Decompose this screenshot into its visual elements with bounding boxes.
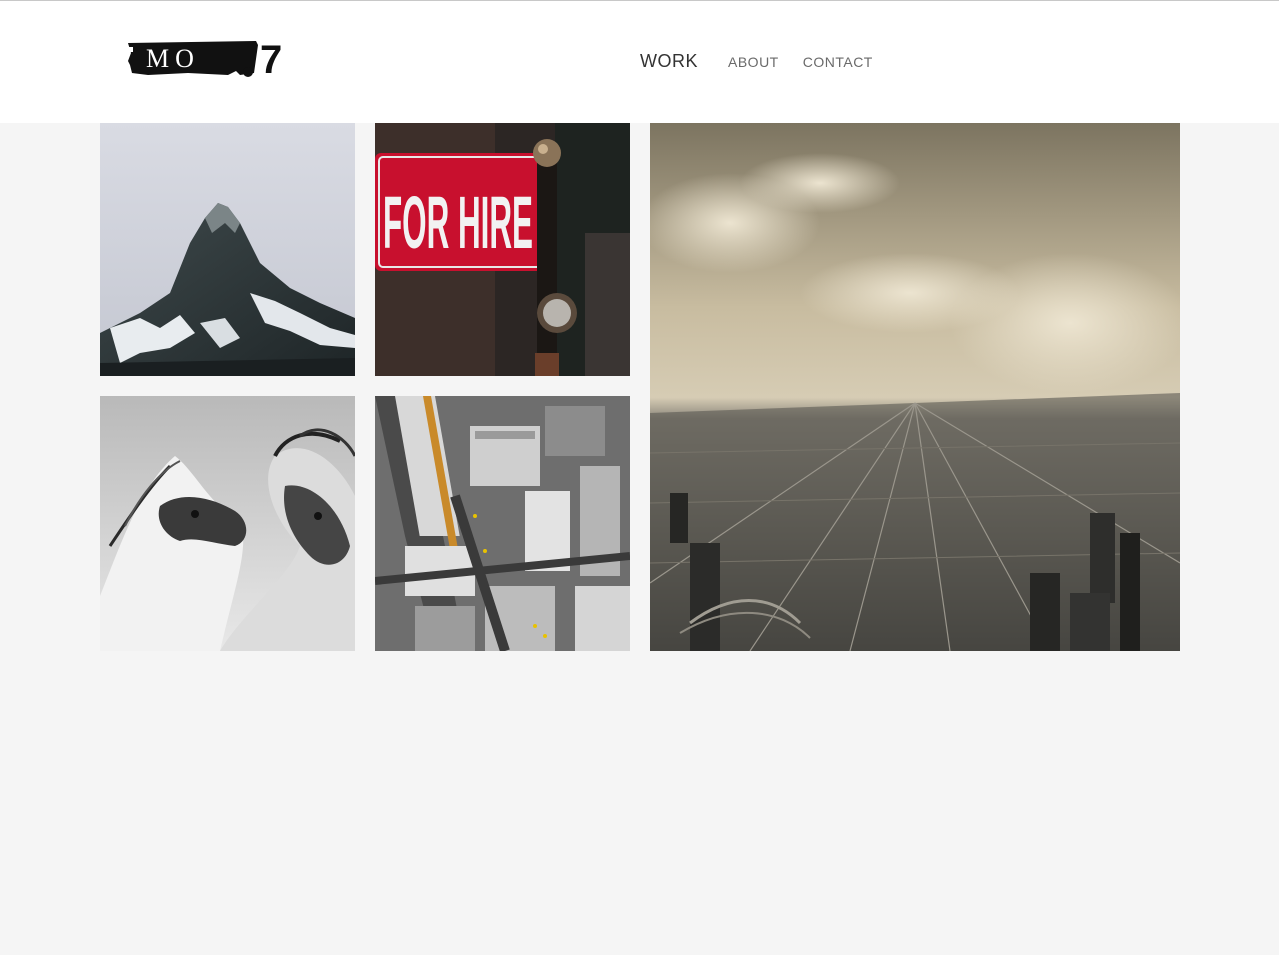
nav-contact[interactable]: CONTACT (803, 54, 873, 70)
nav-work[interactable]: WORK (640, 51, 698, 72)
logo-graphic: MO 7 (128, 38, 282, 82)
mountain-image (100, 123, 355, 376)
logo-digit: 7 (260, 38, 282, 77)
site-header: MO 7 WORK ABOUT CONTACT (0, 1, 1279, 123)
city-aerial-image (375, 396, 630, 651)
for-hire-image: FOR HIRE (375, 123, 630, 376)
site-logo[interactable]: MO 7 (128, 35, 288, 82)
logo-text: MO (146, 44, 200, 73)
gallery-tile-horses[interactable] (100, 396, 355, 651)
gallery-tile-for-hire[interactable]: FOR HIRE (375, 123, 630, 376)
gallery-tile-mountain[interactable] (100, 123, 355, 376)
main-nav: WORK ABOUT CONTACT (640, 51, 897, 72)
nav-about[interactable]: ABOUT (728, 54, 779, 70)
gallery-tile-city-aerial[interactable] (375, 396, 630, 651)
sign-text: FOR HIRE (383, 181, 533, 264)
gallery-tile-city-skyline[interactable] (650, 123, 1180, 651)
city-skyline-image (650, 123, 1180, 651)
horses-image (100, 396, 355, 651)
